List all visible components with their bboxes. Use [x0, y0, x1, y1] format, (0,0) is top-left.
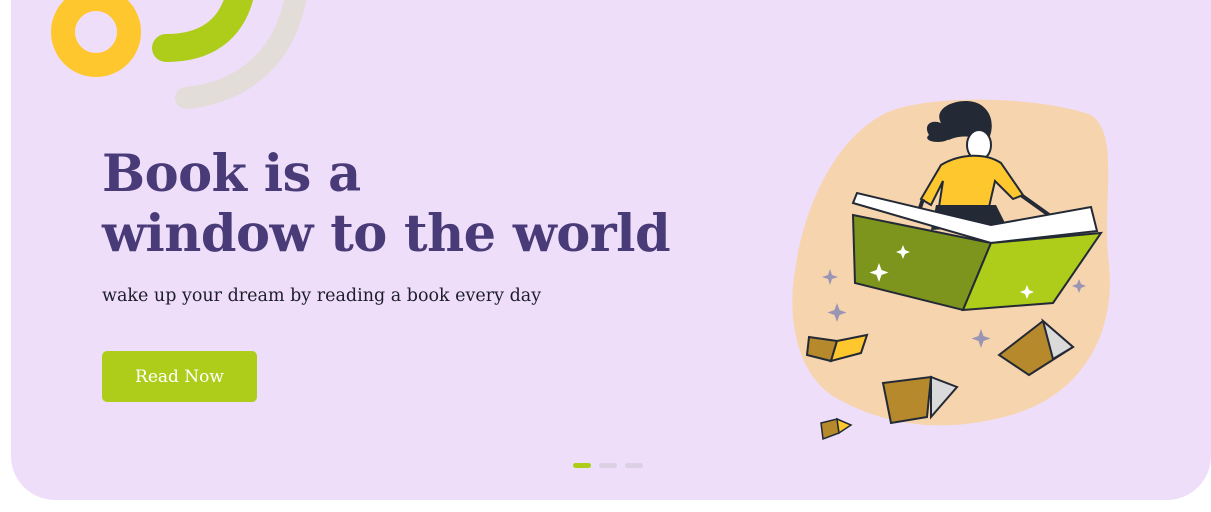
- decorative-shapes: [51, 0, 307, 109]
- pager-dot-1[interactable]: [573, 463, 591, 468]
- slider-pagination: [573, 463, 643, 468]
- hero-title-line-1: Book is a: [102, 144, 361, 204]
- pager-dot-2[interactable]: [599, 463, 617, 468]
- yellow-ring-icon: [51, 0, 141, 77]
- hero-subtitle: wake up your dream by reading a book eve…: [102, 286, 542, 306]
- green-arc-icon: [152, 0, 254, 62]
- small-book-icon-4: [820, 417, 853, 441]
- pager-dot-3[interactable]: [625, 463, 643, 468]
- girl-on-flying-book-illustration: [792, 99, 1110, 441]
- hero-title: Book is a window to the world: [102, 144, 671, 264]
- hero-title-line-2: window to the world: [102, 204, 671, 264]
- read-now-button[interactable]: Read Now: [102, 351, 257, 402]
- hero-banner: Book is a window to the world wake up yo…: [11, 0, 1211, 500]
